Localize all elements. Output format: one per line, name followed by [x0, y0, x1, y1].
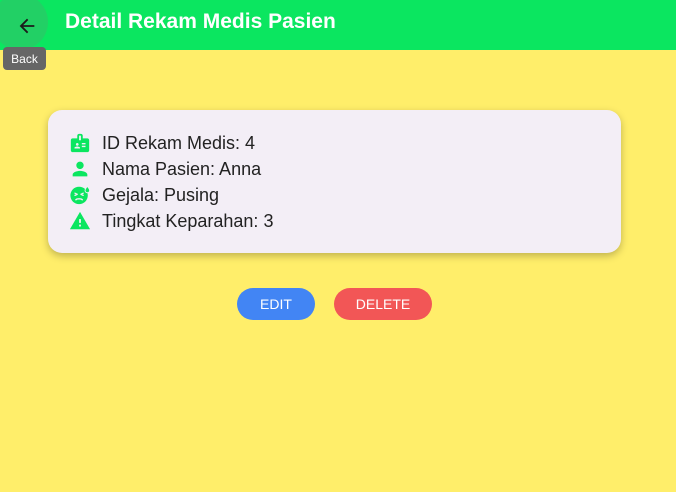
severity-row: Tingkat Keparahan: 3	[68, 209, 273, 233]
symptom-text: Gejala: Pusing	[102, 184, 220, 205]
arrow-back-icon	[19, 18, 35, 34]
delete-button[interactable]: DELETE	[334, 288, 432, 320]
app-bar: Detail Rekam Medis Pasien	[0, 0, 676, 50]
edit-button[interactable]: EDIT	[237, 288, 315, 320]
severity-text: Tingkat Keparahan: 3	[102, 210, 274, 231]
sick-face-icon	[68, 183, 92, 207]
record-id-text: ID Rekam Medis: 4	[102, 132, 256, 153]
back-tooltip: Back	[3, 47, 46, 70]
patient-name-row: Nama Pasien: Anna	[68, 157, 261, 181]
back-button[interactable]	[0, 0, 48, 50]
record-id-row: ID Rekam Medis: 4	[68, 131, 255, 155]
id-badge-icon	[68, 131, 92, 155]
medical-record-card: ID Rekam Medis: 4 Nama Pasien: Anna Geja…	[48, 110, 621, 253]
warning-icon	[68, 209, 92, 233]
symptom-row: Gejala: Pusing	[68, 183, 219, 207]
patient-name-text: Nama Pasien: Anna	[102, 158, 262, 179]
person-icon	[68, 157, 92, 181]
page-title: Detail Rekam Medis Pasien	[65, 10, 336, 33]
